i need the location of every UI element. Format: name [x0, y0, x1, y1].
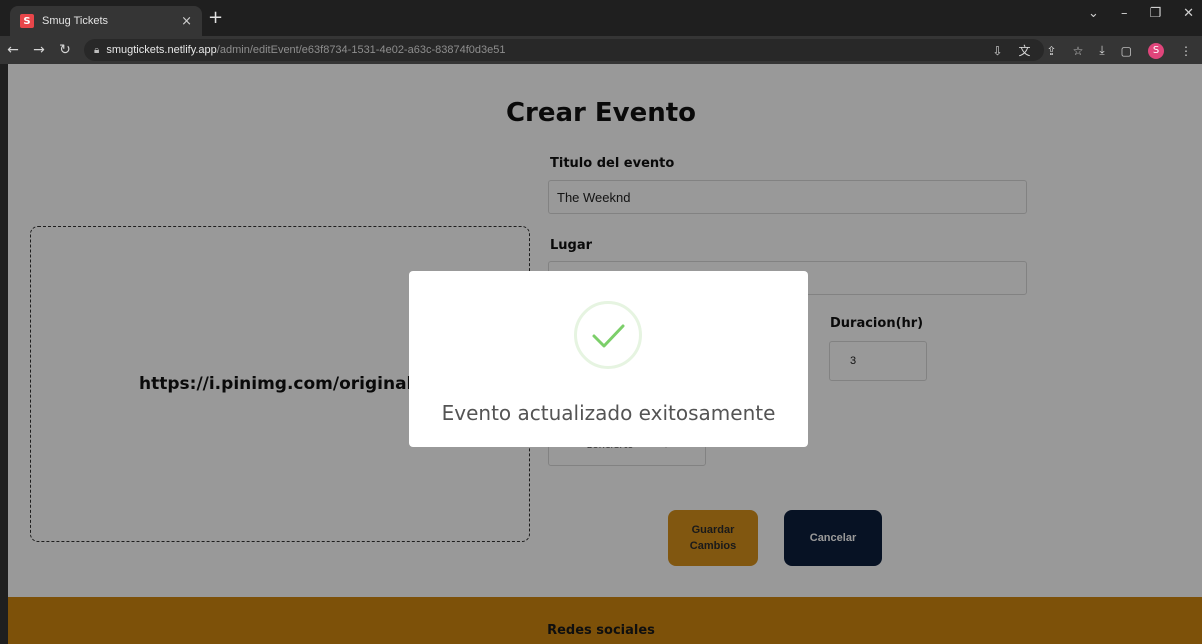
browser-tab[interactable]: S Smug Tickets × — [10, 6, 202, 36]
url-path: /admin/editEvent/e63f8734-1531-4e02-a63c… — [216, 44, 506, 56]
close-tab-icon[interactable]: × — [181, 14, 192, 29]
success-check-icon — [574, 301, 642, 369]
success-message: Evento actualizado exitosamente — [441, 401, 776, 425]
page-content: Crear Evento https://i.pinimg.com/origin… — [8, 64, 1202, 644]
install-icon[interactable]: ⇩ — [992, 44, 1002, 58]
smug-favicon-icon: S — [20, 14, 34, 28]
browser-tab-bar: S Smug Tickets × + ⌄ – ❐ ✕ — [0, 0, 1202, 36]
minimize-icon[interactable]: – — [1121, 6, 1128, 21]
close-window-icon[interactable]: ✕ — [1183, 6, 1194, 21]
download-icon[interactable]: ⤓ — [1099, 43, 1104, 58]
restore-icon[interactable]: ❐ — [1149, 6, 1161, 21]
url-input[interactable]: 🔒︎ smugtickets.netlify.app/admin/editEve… — [84, 39, 1044, 61]
back-icon[interactable]: ← — [0, 42, 26, 58]
lock-icon[interactable]: 🔒︎ — [94, 45, 99, 56]
tab-search-icon[interactable]: ⌄ — [1088, 6, 1099, 21]
share-icon[interactable]: ⇪ — [1047, 44, 1057, 58]
success-modal: Evento actualizado exitosamente — [409, 271, 808, 447]
new-tab-icon[interactable]: + — [208, 9, 223, 27]
reload-icon[interactable]: ↻ — [52, 42, 78, 58]
window-controls: ⌄ – ❐ ✕ — [1088, 6, 1194, 21]
translate-icon[interactable]: 文 — [1019, 42, 1031, 59]
forward-icon[interactable]: → — [26, 42, 52, 58]
browser-toolbar: ⇩ 文 ⇪ ☆ ⤓ ▢ S ⋮ — [992, 42, 1192, 59]
sidebar-icon[interactable]: ▢ — [1121, 44, 1132, 58]
url-host: smugtickets.netlify.app — [106, 44, 217, 56]
profile-icon[interactable]: S — [1148, 42, 1164, 59]
star-icon[interactable]: ☆ — [1073, 44, 1084, 58]
tab-title: Smug Tickets — [42, 15, 109, 27]
menu-icon[interactable]: ⋮ — [1180, 44, 1192, 58]
